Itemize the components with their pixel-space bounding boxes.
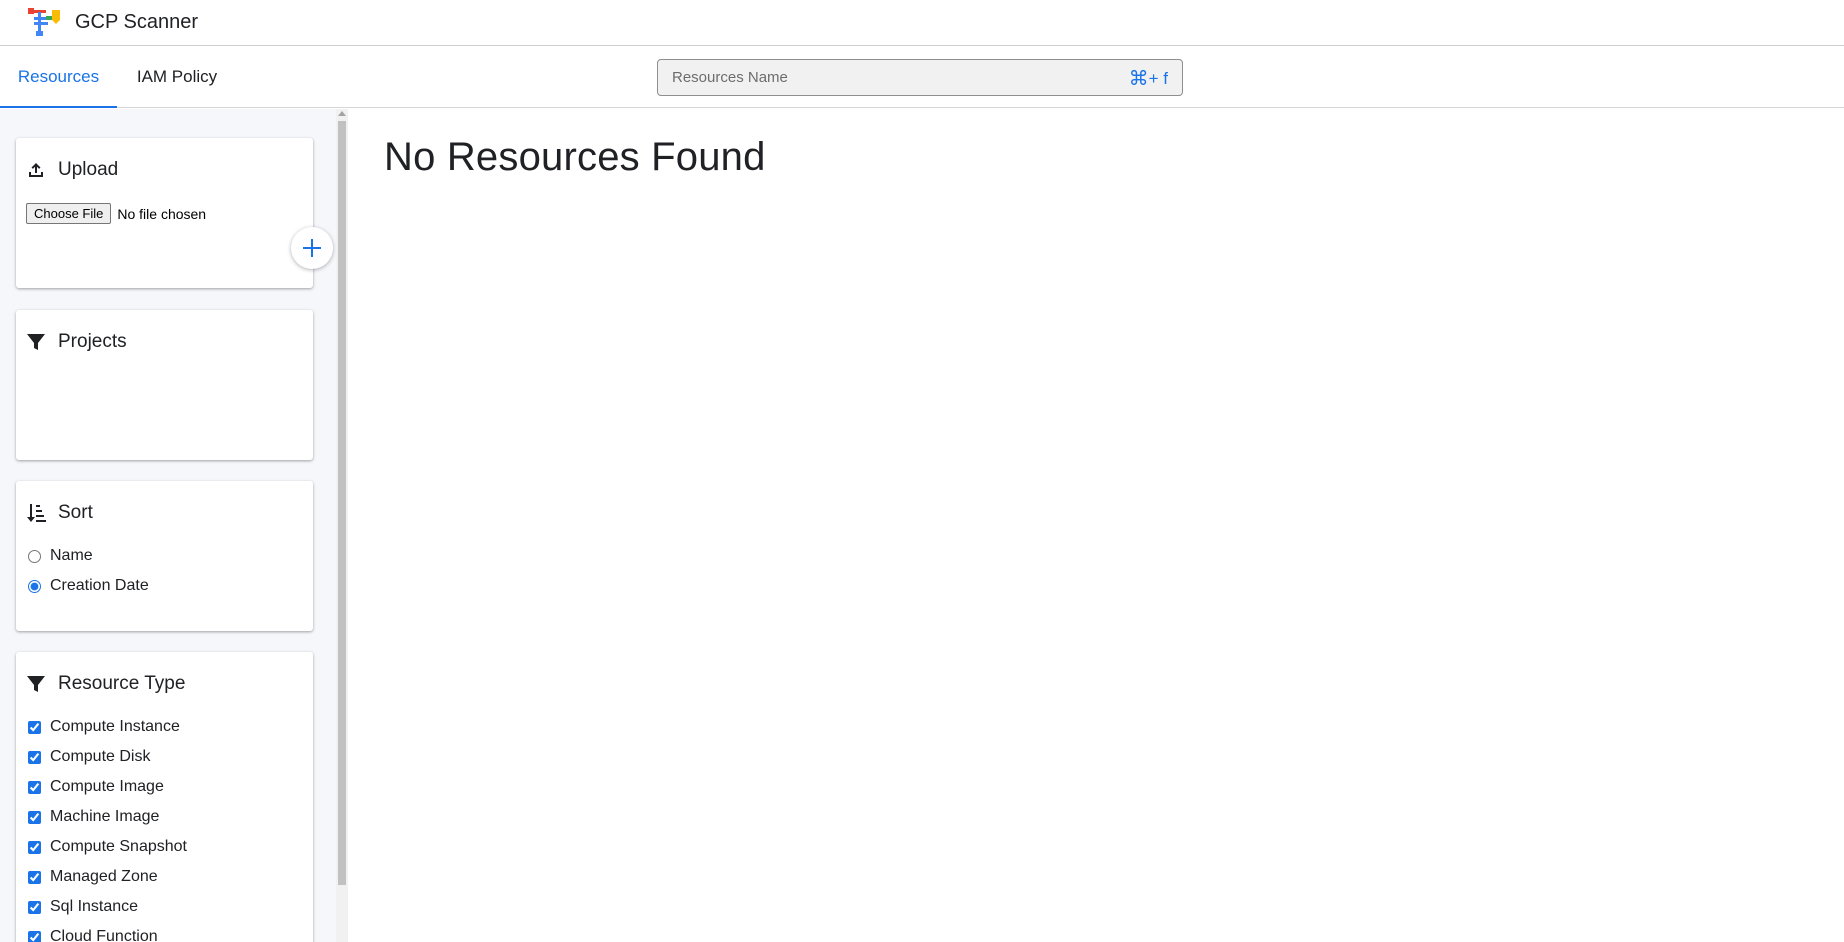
- tab-bar: Resources IAM Policy ⌘+ f: [0, 47, 1844, 108]
- filter-icon: [27, 334, 45, 350]
- scroll-thumb[interactable]: [338, 121, 346, 885]
- choose-file-button[interactable]: Choose File: [26, 203, 112, 224]
- machine-image-checkbox[interactable]: [28, 810, 41, 824]
- resource-type-title: Resource Type: [58, 673, 186, 694]
- resource-type-card: Resource Type Compute Instance Compute D…: [16, 652, 313, 942]
- resource-type-label: Sql Instance: [50, 898, 139, 915]
- search-shortcut: ⌘+ f: [1129, 66, 1168, 91]
- sort-option-creation-date[interactable]: Creation Date: [26, 577, 149, 595]
- sort-title: Sort: [58, 502, 93, 523]
- projects-title: Projects: [58, 331, 127, 352]
- projects-card: Projects: [16, 310, 313, 460]
- file-status: No file chosen: [117, 205, 207, 222]
- compute-image-checkbox[interactable]: [28, 780, 41, 794]
- gcp-scanner-logo-icon: [28, 8, 60, 36]
- app-title: GCP Scanner: [75, 11, 199, 33]
- upload-title: Upload: [58, 159, 119, 180]
- sidebar: Upload Choose File No file chosen Projec…: [0, 109, 336, 942]
- resource-type-sql-instance[interactable]: Sql Instance: [26, 898, 138, 916]
- resource-type-machine-image[interactable]: Machine Image: [26, 808, 159, 826]
- plus-icon: [303, 239, 321, 257]
- empty-state-message: No Resources Found: [384, 135, 766, 179]
- sort-creation-date-radio[interactable]: [28, 579, 41, 593]
- scroll-up-arrow-icon[interactable]: [338, 111, 346, 116]
- resource-type-label: Compute Snapshot: [50, 838, 187, 855]
- sort-header: Sort: [26, 499, 93, 527]
- resource-type-compute-instance[interactable]: Compute Instance: [26, 718, 180, 736]
- search-input[interactable]: [672, 60, 1092, 95]
- sort-card: Sort Name Creation Date: [16, 481, 313, 631]
- resource-type-label: Managed Zone: [50, 868, 158, 885]
- search-box[interactable]: ⌘+ f: [657, 59, 1183, 96]
- sql-instance-checkbox[interactable]: [28, 900, 41, 914]
- compute-snapshot-checkbox[interactable]: [28, 840, 41, 854]
- resource-type-compute-disk[interactable]: Compute Disk: [26, 748, 150, 766]
- sort-option-label: Creation Date: [50, 577, 149, 594]
- resource-type-label: Compute Disk: [50, 748, 151, 765]
- resource-type-managed-zone[interactable]: Managed Zone: [26, 868, 158, 886]
- projects-header: Projects: [26, 328, 127, 356]
- filter-icon: [27, 676, 45, 692]
- sort-name-radio[interactable]: [28, 549, 41, 563]
- resource-type-cloud-function[interactable]: Cloud Function: [26, 928, 158, 942]
- upload-header: Upload: [26, 156, 118, 184]
- command-key-icon: ⌘: [1128, 68, 1149, 90]
- compute-instance-checkbox[interactable]: [28, 720, 41, 734]
- resource-type-compute-image[interactable]: Compute Image: [26, 778, 164, 796]
- resource-type-label: Compute Image: [50, 778, 164, 795]
- add-button[interactable]: [291, 227, 333, 269]
- shortcut-text: + f: [1148, 69, 1168, 88]
- tab-iam-policy[interactable]: IAM Policy: [117, 47, 237, 107]
- sidebar-scrollbar[interactable]: [336, 109, 348, 942]
- app-header: GCP Scanner: [0, 0, 1844, 46]
- upload-icon: [29, 163, 43, 177]
- main-content: No Resources Found: [348, 109, 1844, 942]
- resource-type-label: Machine Image: [50, 808, 160, 825]
- managed-zone-checkbox[interactable]: [28, 870, 41, 884]
- resource-type-header: Resource Type: [26, 670, 185, 698]
- resource-type-compute-snapshot[interactable]: Compute Snapshot: [26, 838, 187, 856]
- compute-disk-checkbox[interactable]: [28, 750, 41, 764]
- sort-option-label: Name: [50, 547, 93, 564]
- upload-card: Upload Choose File No file chosen: [16, 138, 313, 288]
- resource-type-label: Cloud Function: [50, 928, 158, 942]
- cloud-function-checkbox[interactable]: [28, 930, 41, 942]
- tab-resources[interactable]: Resources: [0, 47, 117, 108]
- file-picker: Choose File No file chosen: [26, 203, 206, 224]
- sort-icon: [27, 504, 46, 522]
- sort-option-name[interactable]: Name: [26, 547, 93, 565]
- resource-type-label: Compute Instance: [50, 718, 180, 735]
